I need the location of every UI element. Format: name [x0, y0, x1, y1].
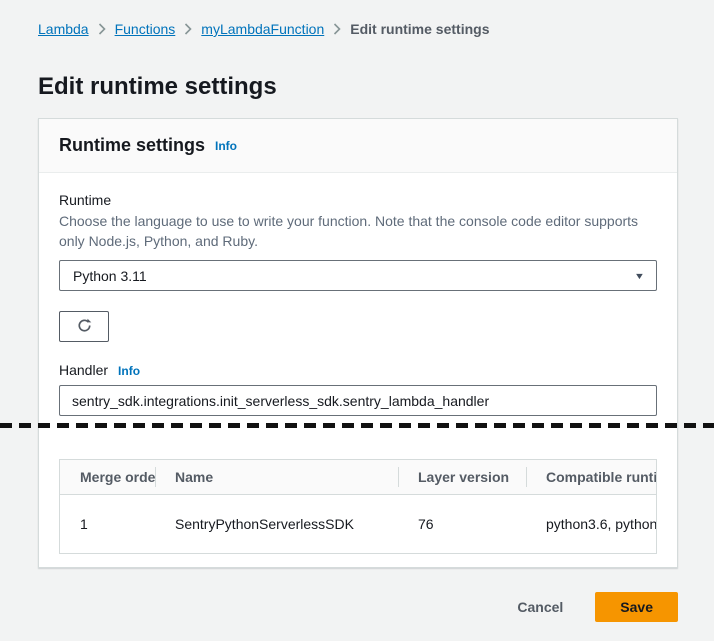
runtime-select[interactable]: Python 3.11 ▼ [59, 260, 657, 291]
handler-input[interactable] [59, 385, 657, 416]
chevron-right-icon [98, 23, 106, 35]
layers-table: Merge order Name Layer version Compatibl… [59, 459, 657, 554]
breadcrumb-link-function-name[interactable]: myLambdaFunction [201, 21, 324, 37]
cell-compatible-runtimes: python3.6, python3.7 [526, 516, 657, 532]
screenshot-splice-dashed-line [0, 423, 714, 428]
refresh-icon [76, 317, 93, 337]
handler-info-link[interactable]: Info [118, 364, 140, 378]
panel-title: Runtime settings [59, 135, 205, 156]
column-header-layer-version: Layer version [398, 460, 526, 494]
runtime-selected-value: Python 3.11 [73, 268, 147, 284]
chevron-right-icon [184, 23, 192, 35]
cell-layer-version: 76 [398, 516, 526, 532]
breadcrumb-link-lambda[interactable]: Lambda [38, 21, 89, 37]
column-header-merge-order: Merge order [60, 460, 155, 494]
panel-info-link[interactable]: Info [215, 139, 237, 153]
breadcrumb-link-functions[interactable]: Functions [115, 21, 176, 37]
runtime-label: Runtime [59, 191, 657, 209]
footer-actions: Cancel Save [511, 592, 678, 622]
handler-label: Handler [59, 361, 108, 379]
chevron-right-icon [333, 23, 341, 35]
cell-name: SentryPythonServerlessSDK [155, 516, 398, 532]
table-row: 1 SentryPythonServerlessSDK 76 python3.6… [60, 495, 656, 553]
handler-field: Handler Info [59, 361, 657, 416]
caret-down-icon: ▼ [634, 271, 645, 281]
column-header-compatible-runtimes: Compatible runtimes [526, 460, 657, 494]
cell-merge-order: 1 [60, 516, 155, 532]
panel-header: Runtime settings Info [39, 119, 677, 173]
runtime-settings-panel: Runtime settings Info Runtime Choose the… [38, 118, 678, 568]
breadcrumb-current: Edit runtime settings [350, 21, 489, 37]
page-title: Edit runtime settings [38, 73, 277, 101]
runtime-description: Choose the language to use to write your… [59, 211, 657, 251]
panel-body: Runtime Choose the language to use to wr… [39, 173, 677, 554]
refresh-runtimes-button[interactable] [59, 311, 109, 342]
breadcrumb: Lambda Functions myLambdaFunction Edit r… [38, 21, 489, 37]
save-button[interactable]: Save [595, 592, 678, 622]
cancel-button[interactable]: Cancel [511, 598, 569, 616]
column-header-name: Name [155, 460, 398, 494]
layers-table-header: Merge order Name Layer version Compatibl… [60, 460, 656, 495]
runtime-field: Runtime Choose the language to use to wr… [59, 191, 657, 342]
